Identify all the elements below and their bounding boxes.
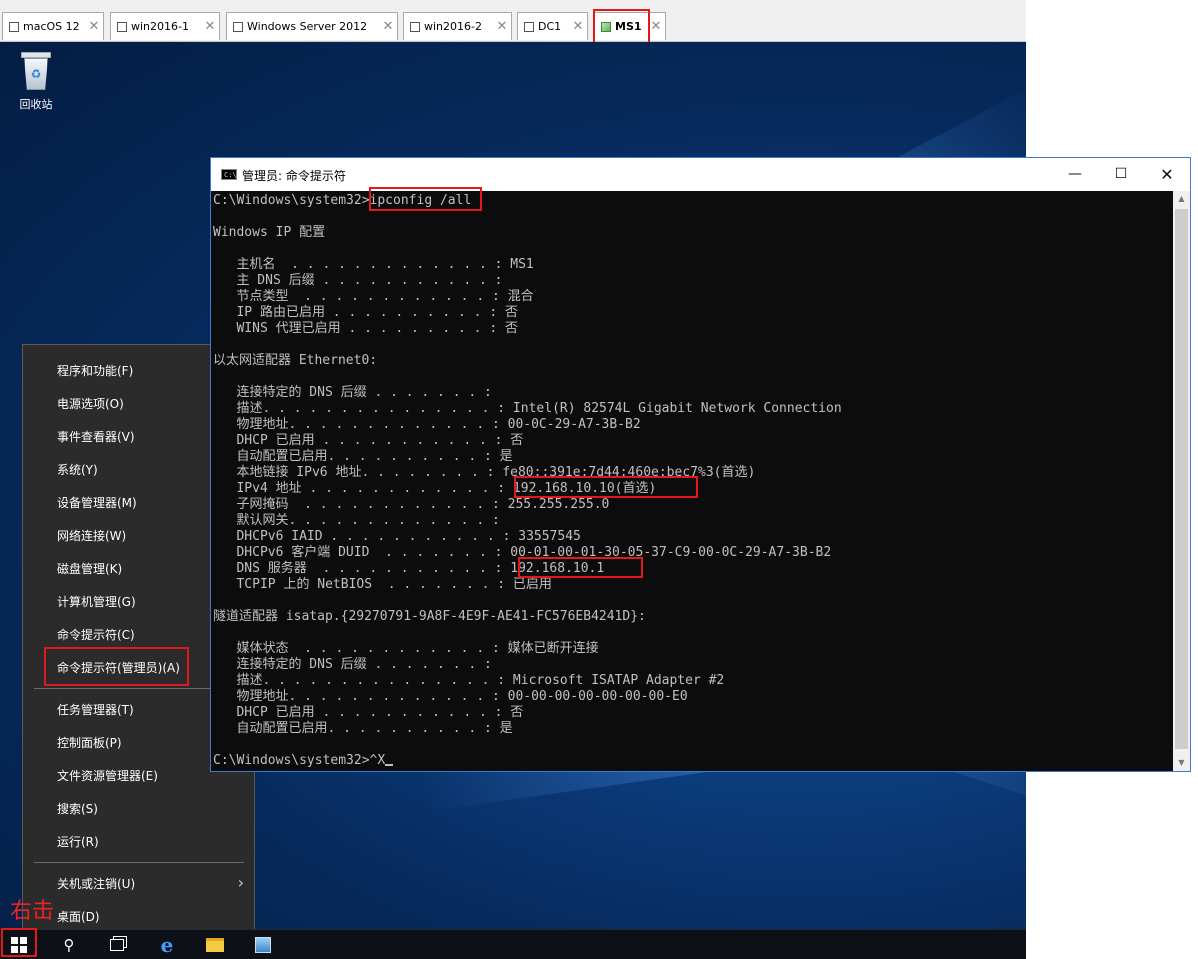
console-line: 描述. . . . . . . . . . . . . . . : Micros… <box>213 673 725 688</box>
vm-icon <box>524 21 534 32</box>
console-line: 节点类型 . . . . . . . . . . . . : 混合 <box>213 289 534 304</box>
console-line: DNS 服务器 . . . . . . . . . . . : 192.168.… <box>213 561 605 576</box>
tab-label: win2016-1 <box>131 20 189 33</box>
console-line: 物理地址. . . . . . . . . . . . . : 00-0C-29… <box>213 417 641 432</box>
console-line: IP 路由已启用 . . . . . . . . . . : 否 <box>213 305 518 320</box>
console-line: 默认网关. . . . . . . . . . . . . : <box>213 513 500 528</box>
close-icon[interactable]: ✕ <box>203 19 217 34</box>
console-line: C:\Windows\system32>^X <box>213 753 394 769</box>
close-icon[interactable]: ✕ <box>649 19 663 34</box>
tab-label: MS1 <box>615 20 642 33</box>
menu-item-control-panel[interactable]: 控制面板(P) <box>57 728 122 758</box>
menu-separator <box>34 862 244 863</box>
scrollbar-thumb[interactable] <box>1175 209 1188 749</box>
vm-tab-bar: macOS 12 ✕ win2016-1 ✕ Windows Server 20… <box>0 0 1026 42</box>
console-line: TCPIP 上的 NetBIOS . . . . . . . : 已启用 <box>213 577 552 592</box>
chevron-right-icon: › <box>237 873 244 892</box>
menu-item-command-prompt[interactable]: 命令提示符(C) <box>57 620 135 650</box>
console-line: C:\Windows\system32>ipconfig /all <box>213 193 472 208</box>
menu-item-file-explorer[interactable]: 文件资源管理器(E) <box>57 761 158 791</box>
vm-icon <box>233 21 243 32</box>
console-line: 自动配置已启用. . . . . . . . . . : 是 <box>213 449 513 464</box>
text-cursor <box>385 764 394 766</box>
tab-label: win2016-2 <box>424 20 482 33</box>
console-line: DHCPv6 IAID . . . . . . . . . . . : 3355… <box>213 529 581 544</box>
console-line: 连接特定的 DNS 后缀 . . . . . . . : <box>213 657 492 672</box>
windows-start-icon[interactable] <box>2 930 36 959</box>
vm-running-icon <box>601 21 611 32</box>
menu-item-system[interactable]: 系统(Y) <box>57 455 98 485</box>
menu-item-event-viewer[interactable]: 事件查看器(V) <box>57 422 135 452</box>
menu-item-disk-management[interactable]: 磁盘管理(K) <box>57 554 122 584</box>
menu-item-programs-features[interactable]: 程序和功能(F) <box>57 356 133 386</box>
tab-win2016-2[interactable]: win2016-2 ✕ <box>403 12 512 40</box>
vm-icon <box>117 21 127 32</box>
maximize-icon[interactable]: ☐ <box>1098 158 1144 191</box>
recycle-bin-label: 回收站 <box>19 98 53 111</box>
window-titlebar[interactable]: C:\ 管理员: 命令提示符 — ☐ ✕ <box>211 158 1190 191</box>
command-prompt-window: C:\ 管理员: 命令提示符 — ☐ ✕ C:\Windows\system32… <box>210 157 1191 772</box>
menu-item-network-connections[interactable]: 网络连接(W) <box>57 521 126 551</box>
close-icon[interactable]: ✕ <box>381 19 395 34</box>
menu-item-command-prompt-admin[interactable]: 命令提示符(管理员)(A) <box>57 653 180 683</box>
menu-item-task-manager[interactable]: 任务管理器(T) <box>57 695 134 725</box>
console-line: 自动配置已启用. . . . . . . . . . : 是 <box>213 721 513 736</box>
menu-item-power-options[interactable]: 电源选项(O) <box>57 389 124 419</box>
close-icon[interactable]: ✕ <box>1144 158 1190 191</box>
console-line: 描述. . . . . . . . . . . . . . . : Intel(… <box>213 401 842 416</box>
console-line: 子网掩码 . . . . . . . . . . . . : 255.255.2… <box>213 497 610 512</box>
console-output[interactable]: C:\Windows\system32>ipconfig /all Windows… <box>211 191 1173 771</box>
tab-ms1[interactable]: MS1 ✕ <box>594 12 666 40</box>
scroll-down-icon[interactable]: ▼ <box>1173 755 1190 771</box>
tab-label: macOS 12 <box>23 20 80 33</box>
tab-dc1[interactable]: DC1 ✕ <box>517 12 588 40</box>
internet-explorer-icon[interactable]: e <box>150 930 184 959</box>
console-line: 以太网适配器 Ethernet0: <box>213 353 378 368</box>
close-icon[interactable]: ✕ <box>495 19 509 34</box>
console-line: 主 DNS 后缀 . . . . . . . . . . . : <box>213 273 503 288</box>
console-line: 本地链接 IPv6 地址. . . . . . . . : fe80::391e… <box>213 465 756 480</box>
console-line: 主机名 . . . . . . . . . . . . . : MS1 <box>213 257 534 272</box>
task-view-icon[interactable] <box>100 930 134 959</box>
scroll-up-icon[interactable]: ▲ <box>1173 191 1190 207</box>
vertical-scrollbar[interactable]: ▲ ▼ <box>1173 191 1190 771</box>
console-line: DHCPv6 客户端 DUID . . . . . . . : 00-01-00… <box>213 545 832 560</box>
console-line: Windows IP 配置 <box>213 225 326 240</box>
tab-macos-12[interactable]: macOS 12 ✕ <box>2 12 104 40</box>
console-line: 物理地址. . . . . . . . . . . . . : 00-00-00… <box>213 689 688 704</box>
console-line: 媒体状态 . . . . . . . . . . . . : 媒体已断开连接 <box>213 641 599 656</box>
console-line: 隧道适配器 isatap.{29270791-9A8F-4E9F-AE41-FC… <box>213 609 646 624</box>
search-icon[interactable]: ⚲ <box>52 930 86 959</box>
menu-item-computer-management[interactable]: 计算机管理(G) <box>57 587 136 617</box>
console-line: IPv4 地址 . . . . . . . . . . . . : 192.16… <box>213 481 657 496</box>
tab-label: DC1 <box>538 20 562 33</box>
menu-item-search[interactable]: 搜索(S) <box>57 794 98 824</box>
recycle-bin[interactable]: ♻ 回收站 <box>8 52 64 112</box>
console-line: WINS 代理已启用 . . . . . . . . . : 否 <box>213 321 518 336</box>
vm-icon <box>410 21 420 32</box>
close-icon[interactable]: ✕ <box>87 19 101 34</box>
menu-item-desktop[interactable]: 桌面(D) <box>57 902 100 932</box>
right-click-annotation: 右击 <box>10 899 55 924</box>
tab-win2016-1[interactable]: win2016-1 ✕ <box>110 12 220 40</box>
menu-item-run[interactable]: 运行(R) <box>57 827 99 857</box>
minimize-icon[interactable]: — <box>1052 158 1098 191</box>
server-manager-icon[interactable] <box>246 930 280 959</box>
window-title: 管理员: 命令提示符 <box>242 169 346 183</box>
tab-windows-server-2012[interactable]: Windows Server 2012 ✕ <box>226 12 398 40</box>
console-line: DHCP 已启用 . . . . . . . . . . . : 否 <box>213 705 524 720</box>
tab-label: Windows Server 2012 <box>247 20 368 33</box>
menu-item-shutdown-signout[interactable]: 关机或注销(U) <box>57 869 135 899</box>
vm-icon <box>9 21 19 32</box>
console-icon: C:\ <box>221 169 237 180</box>
close-icon[interactable]: ✕ <box>571 19 585 34</box>
console-line: DHCP 已启用 . . . . . . . . . . . : 否 <box>213 433 524 448</box>
file-explorer-icon[interactable] <box>198 930 232 959</box>
recycle-bin-icon: ♻ <box>19 52 53 92</box>
console-line: 连接特定的 DNS 后缀 . . . . . . . : <box>213 385 492 400</box>
screen: macOS 12 ✕ win2016-1 ✕ Windows Server 20… <box>0 0 1198 959</box>
taskbar: ⚲ e <box>0 929 1026 959</box>
menu-item-device-manager[interactable]: 设备管理器(M) <box>57 488 137 518</box>
